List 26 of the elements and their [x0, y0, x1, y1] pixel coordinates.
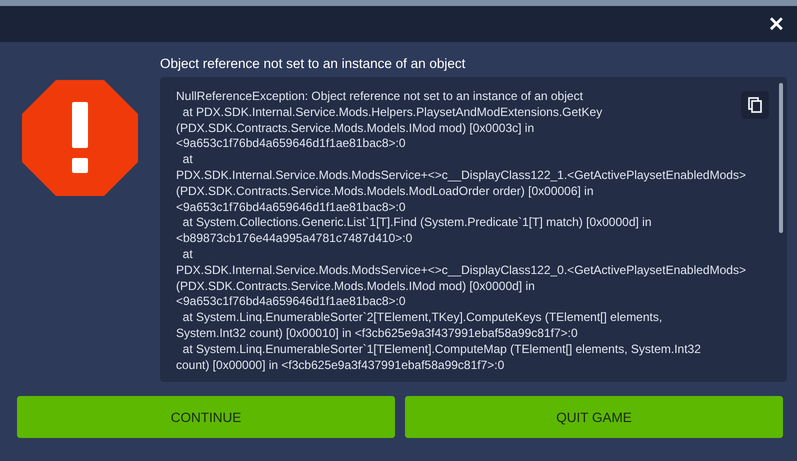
log-line: at — [182, 152, 193, 168]
log-line: <b89873cb176e44a995a4781c7487d410>:0 — [176, 231, 412, 247]
log-line: count) [0x00000] in <f3cb625e9a3f437991ebaf58a99c81f7>:0 — [176, 358, 504, 374]
scrollbar[interactable] — [779, 83, 783, 233]
log-line: (PDX.SDK.Contracts.Service.Mods.Models.IMod mod) [0x0000d] in — [176, 278, 535, 294]
log-line: at — [182, 246, 193, 263]
log-line: PDX.SDK.Internal.Service.Mods.ModsService+<>c__DisplayClass122_0.<GetActivePlaysetEnabledMods> — [176, 262, 746, 279]
log-line: System.Int32 count) [0x00010] in <f3cb625e9a3f437991ebaf58a99c81f7>:0 — [176, 326, 578, 342]
log-line: <9a653c1f76bd4a659646d1f1ae81bac8>:0 — [176, 200, 406, 216]
error-title: Object reference not set to an instance of an object — [160, 56, 466, 71]
log-line: PDX.SDK.Internal.Service.Mods.ModsService+<>c__DisplayClass122_1.<GetActivePlaysetEnabledMods> — [176, 168, 746, 184]
close-button[interactable]: ✕ — [764, 12, 789, 36]
log-line: NullReferenceException: Object reference not set to an instance of an object — [176, 89, 583, 105]
log-line: <9a653c1f76bd4a659646d1f1ae81bac8>:0 — [176, 294, 406, 310]
copy-icon — [748, 97, 762, 113]
log-line: at PDX.SDK.Internal.Service.Mods.Helpers.PlaysetAndModExtensions.GetKey — [182, 104, 602, 121]
log-line: at System.Linq.EnumerableSorter`1[TElement].ComputeMap (TElement[] elements, System.Int32 — [182, 342, 701, 358]
continue-button[interactable]: CONTINUE — [17, 396, 395, 438]
log-line: (PDX.SDK.Contracts.Service.Mods.Models.IMod mod) [0x0003c] in — [176, 120, 534, 136]
quit-button[interactable]: QUIT GAME — [405, 396, 783, 438]
copy-button[interactable] — [741, 91, 769, 119]
log-line: (PDX.SDK.Contracts.Service.Mods.Models.ModLoadOrder order) [0x00006] in — [176, 184, 594, 200]
log-line: at System.Linq.EnumerableSorter`2[TElement,TKey].ComputeKeys (TElement[] elements, — [182, 310, 662, 326]
log-line: at System.Collections.Generic.List`1[T].Find (System.Predicate`1[T] match) [0x0000d] in — [182, 215, 652, 232]
log-line: <9a653c1f76bd4a659646d1f1ae81bac8>:0 — [176, 136, 406, 152]
warning-icon — [22, 80, 138, 196]
